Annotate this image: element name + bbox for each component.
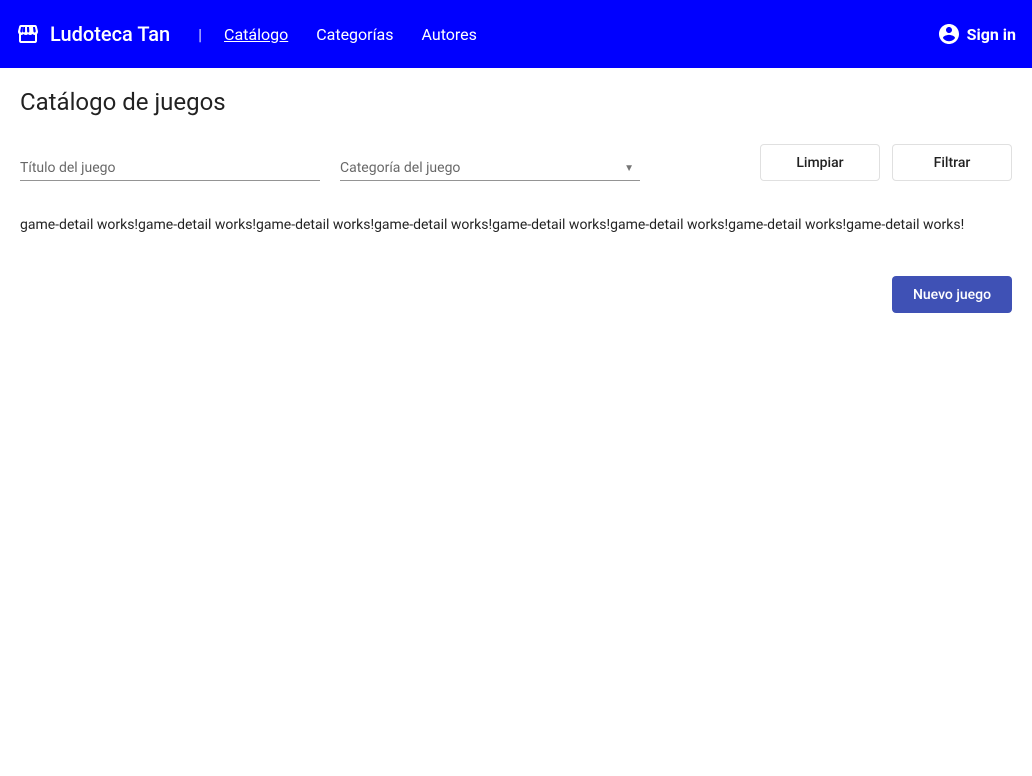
filter-buttons: Limpiar Filtrar: [760, 144, 1012, 181]
account-circle-icon: [937, 22, 961, 46]
nav-categorias[interactable]: Categorías: [316, 25, 393, 44]
toolbar-divider: |: [198, 25, 202, 44]
title-field[interactable]: Título del juego: [20, 153, 320, 181]
page-title: Catálogo de juegos: [20, 88, 1012, 116]
bottom-actions: Nuevo juego: [20, 276, 1012, 313]
chevron-down-icon: ▼: [624, 163, 634, 174]
category-select-label: Categoría del juego: [340, 160, 460, 176]
nav-catalogo[interactable]: Catálogo: [224, 25, 288, 44]
new-game-button[interactable]: Nuevo juego: [892, 276, 1012, 313]
signin-button[interactable]: Sign in: [937, 22, 1016, 46]
brand-name: Ludoteca Tan: [50, 22, 170, 46]
signin-label: Sign in: [967, 25, 1016, 44]
content-area: Catálogo de juegos Título del juego Cate…: [0, 68, 1032, 333]
filters-row: Título del juego Categoría del juego ▼ L…: [20, 144, 1012, 181]
nav-links: Catálogo Categorías Autores: [224, 25, 477, 44]
brand: Ludoteca Tan: [16, 22, 170, 46]
category-select[interactable]: Categoría del juego ▼: [340, 156, 640, 181]
game-list: game-detail works!game-detail works!game…: [20, 215, 1012, 236]
storefront-icon: [16, 22, 40, 46]
toolbar: Ludoteca Tan | Catálogo Categorías Autor…: [0, 0, 1032, 68]
clear-button[interactable]: Limpiar: [760, 144, 880, 181]
nav-autores[interactable]: Autores: [422, 25, 477, 44]
title-field-label: Título del juego: [20, 160, 116, 176]
filter-button[interactable]: Filtrar: [892, 144, 1012, 181]
